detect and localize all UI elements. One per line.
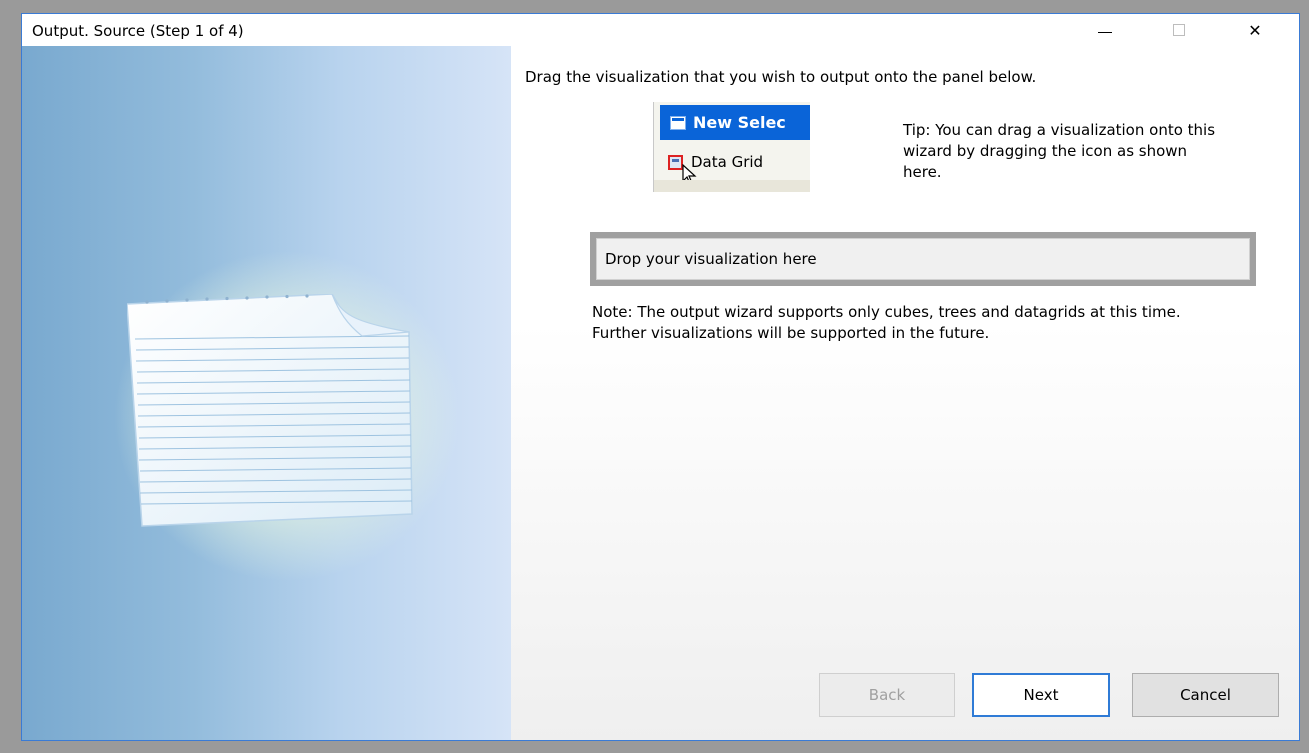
cancel-button[interactable]: Cancel [1132,673,1279,717]
wizard-window: Output. Source (Step 1 of 4) ✕ Drag the … [21,13,1300,741]
tip-item-label: Data Grid [691,153,764,171]
note-text: Note: The output wizard supports only cu… [592,303,1181,342]
document-icon [127,294,413,527]
tip-strip [654,180,810,192]
window-title: Output. Source (Step 1 of 4) [32,22,244,40]
drop-zone[interactable]: Drop your visualization here [590,232,1256,286]
wizard-sidebar [22,46,511,740]
close-icon: ✕ [1248,20,1262,40]
tip-text: Tip: You can drag a visualization onto t… [903,121,1216,181]
tip-menu-header: New Selec [660,105,810,140]
minimize-button[interactable] [1082,14,1128,46]
drop-zone-label: Drop your visualization here [596,238,1250,280]
window-icon [670,115,686,130]
maximize-icon [1173,24,1185,36]
instruction-text: Drag the visualization that you wish to … [525,68,1037,86]
title-bar[interactable]: Output. Source (Step 1 of 4) ✕ [22,14,1299,46]
data-grid-icon [668,154,683,170]
wizard-content: Drag the visualization that you wish to … [511,46,1299,740]
close-button[interactable]: ✕ [1232,14,1278,46]
minimize-icon [1098,31,1112,33]
tip-illustration: New Selec Data Grid [653,102,810,192]
tip-header-label: New Selec [693,113,786,132]
maximize-button[interactable] [1156,14,1202,46]
next-button[interactable]: Next [972,673,1110,717]
back-button[interactable]: Back [819,673,955,717]
